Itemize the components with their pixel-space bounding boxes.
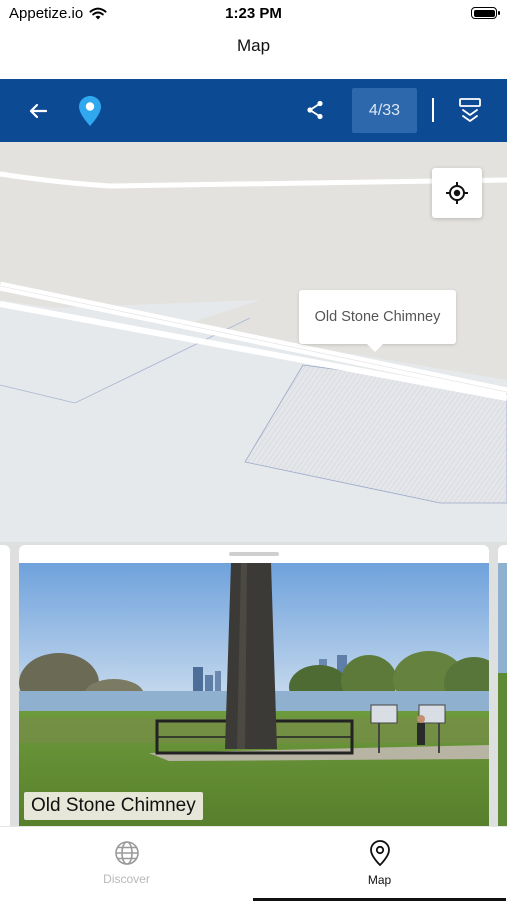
location-photo: [19, 563, 489, 826]
page-title: Map: [236, 36, 271, 55]
share-button[interactable]: [300, 95, 330, 125]
next-card-photo: [498, 563, 507, 826]
map-marker-callout[interactable]: Old Stone Chimney: [299, 290, 456, 352]
map-toolbar: 4/33: [0, 79, 507, 142]
map-pin-outline-icon: [369, 840, 390, 867]
tab-map[interactable]: Map: [253, 827, 506, 901]
tab-bar: Discover Map: [0, 826, 507, 901]
location-card[interactable]: Old Stone Chimney: [19, 545, 489, 826]
crosshair-icon: [446, 182, 468, 204]
filter-collapse-button[interactable]: [454, 95, 486, 127]
back-button[interactable]: [22, 95, 54, 127]
my-location-button[interactable]: [432, 168, 482, 218]
location-pin-button[interactable]: [74, 93, 106, 129]
tab-map-label: Map: [367, 873, 392, 887]
back-arrow-icon: [29, 103, 48, 119]
map-pin-icon: [79, 96, 101, 126]
collapse-panel-icon: [459, 98, 481, 122]
toolbar-divider: [432, 98, 434, 122]
page-indicator[interactable]: 4/33: [352, 88, 417, 133]
share-icon: [307, 100, 323, 120]
drag-handle[interactable]: [229, 552, 279, 556]
previous-card-peek[interactable]: [0, 545, 10, 826]
location-title: Old Stone Chimney: [24, 792, 203, 820]
status-time: 1:23 PM: [225, 5, 282, 22]
battery-icon: [471, 7, 500, 19]
status-bar: Appetize.io 1:23 PM: [0, 0, 507, 28]
tab-discover[interactable]: Discover: [0, 827, 253, 901]
globe-icon: [114, 841, 139, 865]
next-card-peek[interactable]: [498, 545, 507, 826]
tab-discover-label: Discover: [103, 872, 150, 886]
